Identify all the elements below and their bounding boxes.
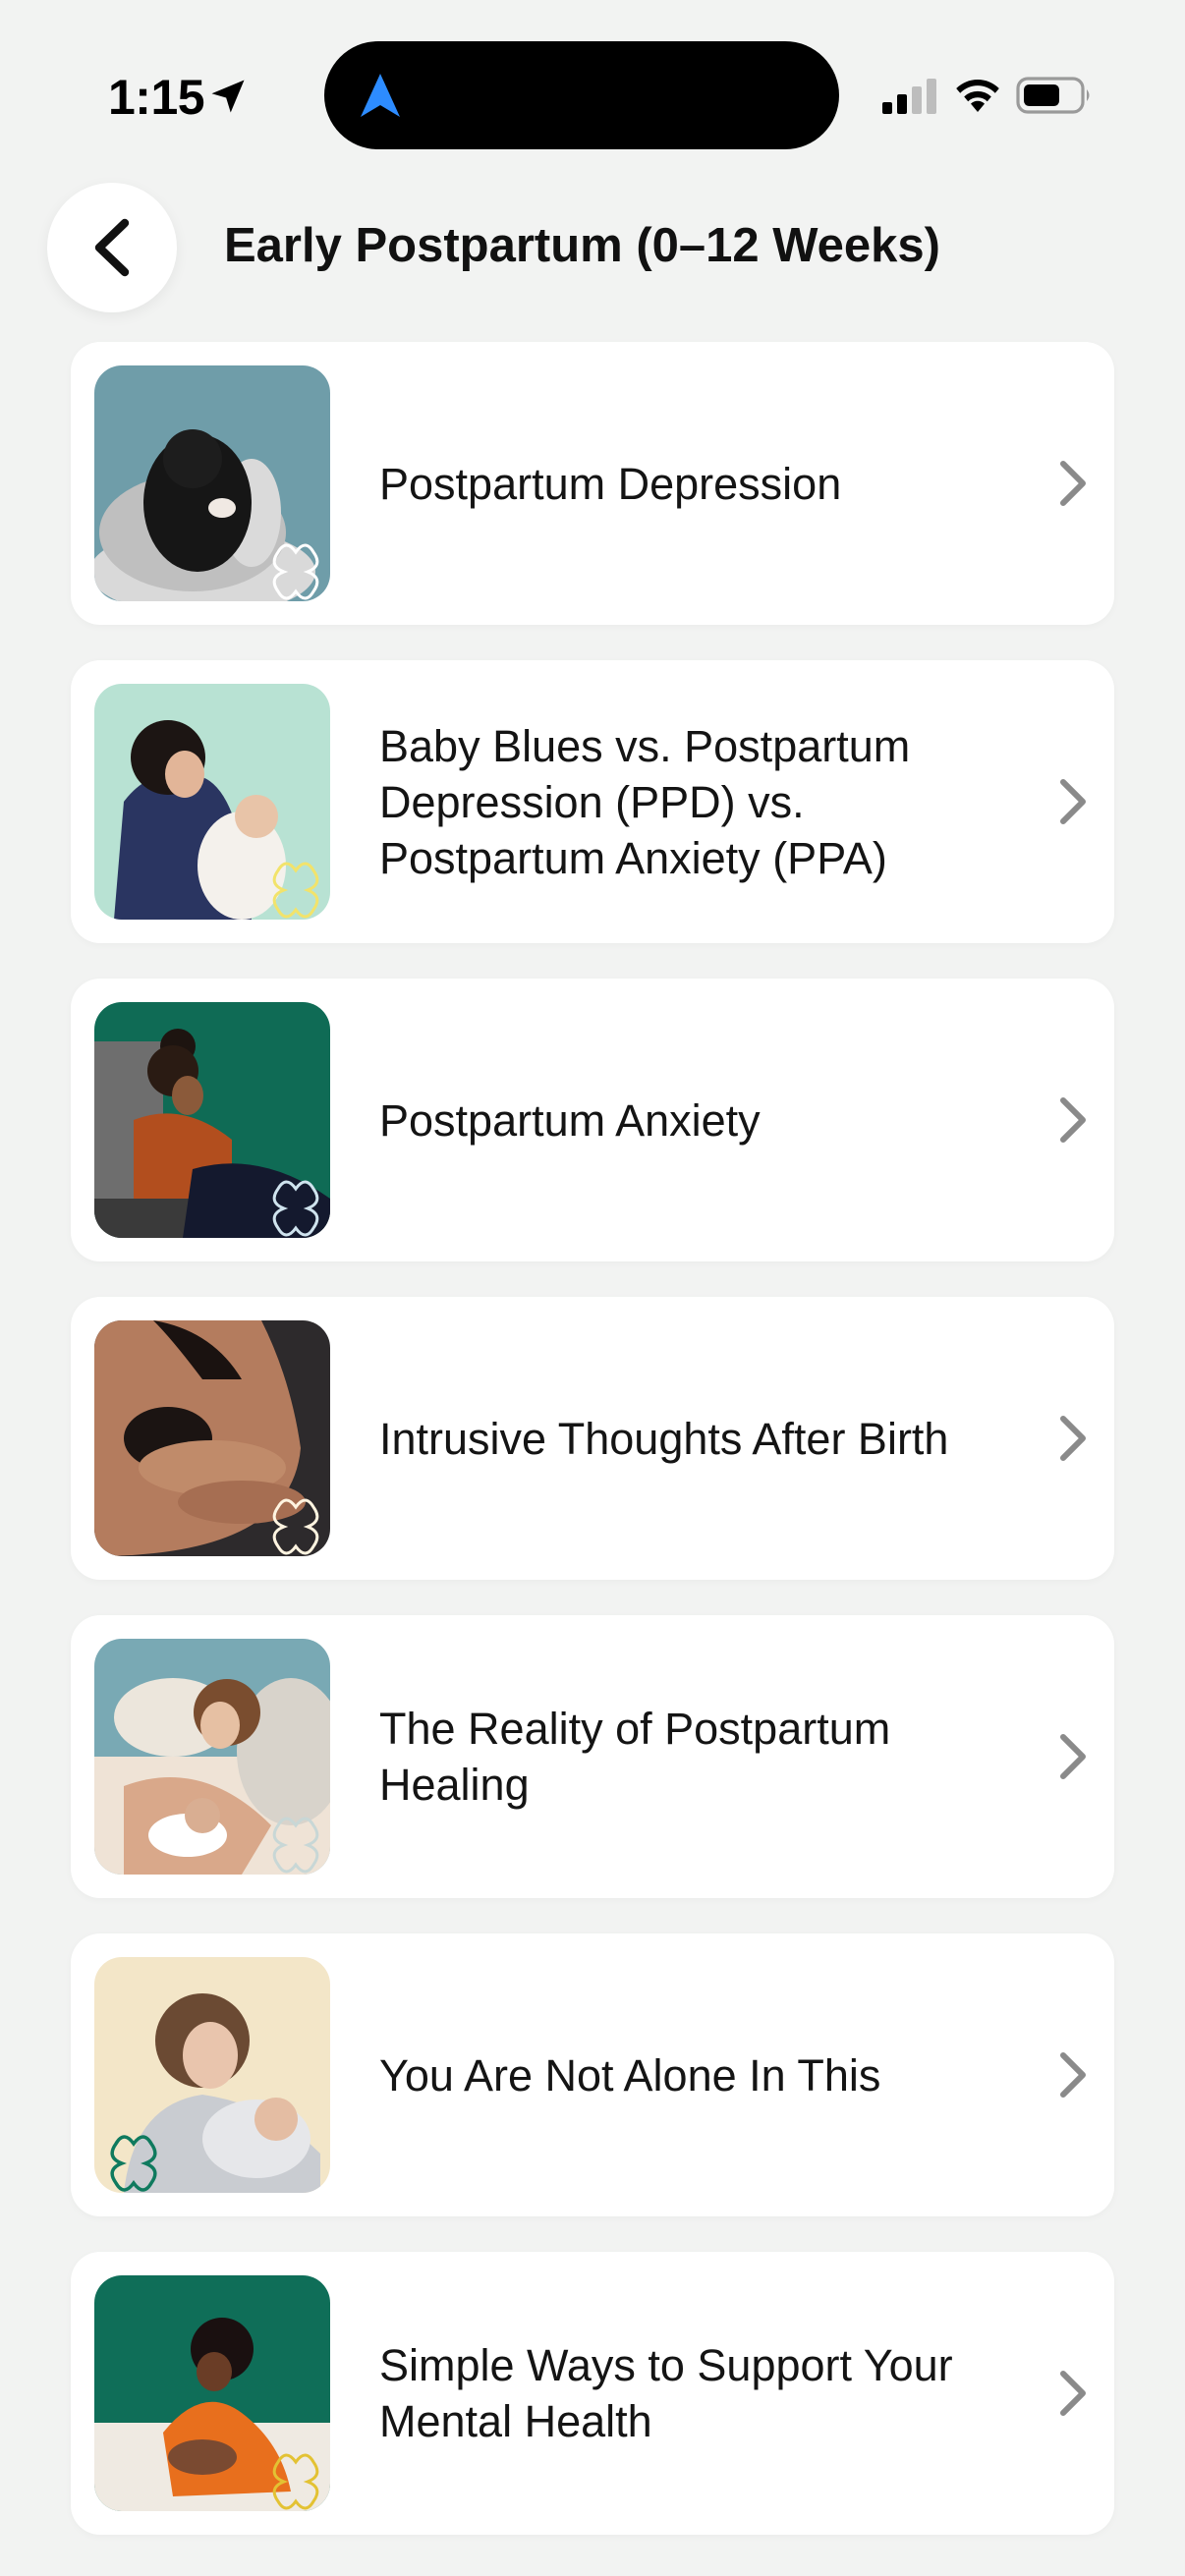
- navigation-arrow-icon: [361, 74, 400, 117]
- battery-icon: [1016, 77, 1090, 114]
- article-card-postpartum-anxiety[interactable]: Postpartum Anxiety: [71, 979, 1114, 1261]
- location-arrow-icon: [211, 80, 245, 113]
- article-card-not-alone[interactable]: You Are Not Alone In This: [71, 1933, 1114, 2216]
- article-list: Postpartum Depression Baby Blues vs. Pos…: [71, 342, 1114, 2570]
- cellular-signal-icon: [882, 79, 936, 114]
- dynamic-island: [324, 41, 839, 149]
- article-thumbnail: [94, 1002, 330, 1238]
- chevron-right-icon: [1060, 1097, 1086, 1143]
- article-title: Postpartum Anxiety: [379, 1094, 761, 1146]
- article-thumbnail: [94, 1320, 330, 1556]
- screen: 1:15 Early Postpartum (0–12 Weeks) Postp…: [0, 0, 1185, 2576]
- mother-holding-newborn-photo-icon: [94, 2275, 330, 2511]
- article-title: Baby Blues vs. Postpartum Depression (PP…: [379, 720, 911, 883]
- article-thumbnail: [94, 684, 330, 920]
- mother-resting-with-baby-photo-icon: [94, 1639, 330, 1875]
- article-card-postpartum-depression[interactable]: Postpartum Depression: [71, 342, 1114, 625]
- chevron-right-icon: [1060, 2371, 1086, 2416]
- article-title: Postpartum Depression: [379, 458, 842, 509]
- article-title: Intrusive Thoughts After Birth: [379, 1413, 949, 1464]
- article-thumbnail: [94, 365, 330, 601]
- mother-holding-baby-photo-icon: [94, 684, 330, 920]
- chevron-right-icon: [1060, 779, 1086, 824]
- chevron-right-icon: [1060, 1734, 1086, 1779]
- mother-cradling-baby-photo-icon: [94, 1957, 330, 2193]
- wifi-icon: [956, 80, 999, 112]
- chevron-right-icon: [1060, 461, 1086, 506]
- article-title: Simple Ways to Support Your Mental Healt…: [379, 2340, 953, 2446]
- person-crouching-photo-icon: [94, 365, 330, 601]
- article-card-support-mental-health[interactable]: Simple Ways to Support Your Mental Healt…: [71, 2252, 1114, 2535]
- article-title: You Are Not Alone In This: [379, 2049, 881, 2100]
- chevron-right-icon: [1060, 1416, 1086, 1461]
- article-thumbnail: [94, 1639, 330, 1875]
- article-title: The Reality of Postpartum Healing: [379, 1704, 891, 1810]
- page-title: Early Postpartum (0–12 Weeks): [224, 219, 940, 272]
- article-card-intrusive-thoughts[interactable]: Intrusive Thoughts After Birth: [71, 1297, 1114, 1580]
- article-card-reality-of-healing[interactable]: The Reality of Postpartum Healing: [71, 1615, 1114, 1898]
- chevron-left-icon: [94, 218, 130, 277]
- status-bar: 1:15: [0, 0, 1185, 177]
- chevron-right-icon: [1060, 2052, 1086, 2098]
- status-time: 1:15: [108, 70, 205, 125]
- article-card-baby-blues-vs-ppd-vs-ppa[interactable]: Baby Blues vs. Postpartum Depression (PP…: [71, 660, 1114, 943]
- back-button[interactable]: [47, 183, 177, 312]
- mother-nursing-seated-photo-icon: [94, 1002, 330, 1238]
- mother-skin-to-skin-photo-icon: [94, 1320, 330, 1556]
- article-thumbnail: [94, 1957, 330, 2193]
- article-thumbnail: [94, 2275, 330, 2511]
